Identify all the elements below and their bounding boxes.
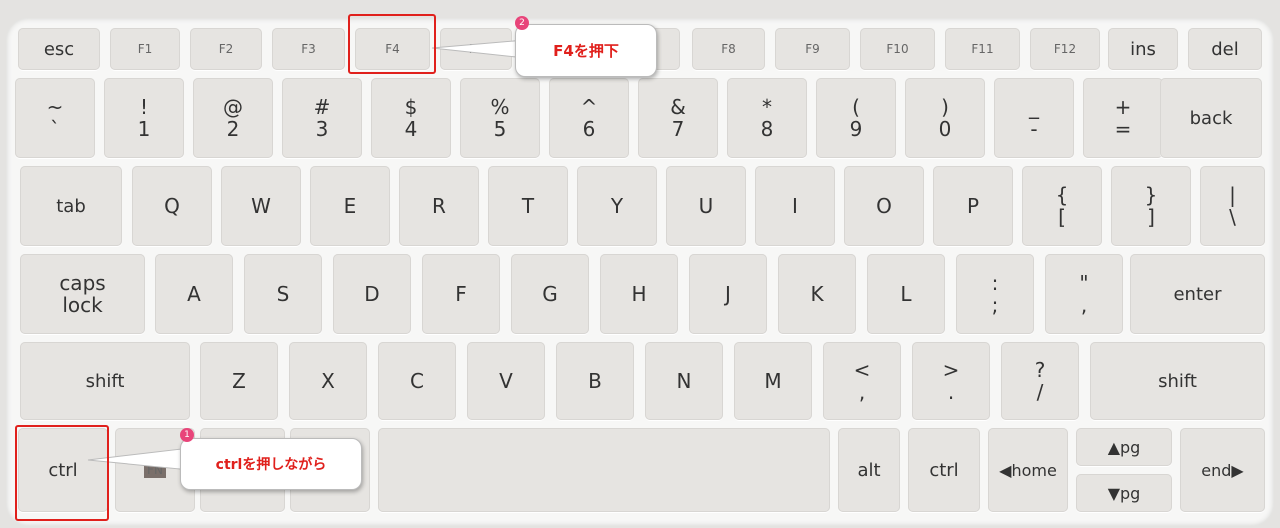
- callout-2: F4を押下: [515, 24, 657, 77]
- step-badge-1: 1: [180, 428, 194, 442]
- callout-2-text: F4を押下: [553, 42, 619, 60]
- highlight-f4: [348, 14, 436, 74]
- callout-1-text: ctrlを押しながら: [215, 457, 327, 473]
- highlight-ctrl: [15, 425, 109, 521]
- step-badge-2: 2: [515, 16, 529, 30]
- callout-1: ctrlを押しながら: [180, 438, 362, 490]
